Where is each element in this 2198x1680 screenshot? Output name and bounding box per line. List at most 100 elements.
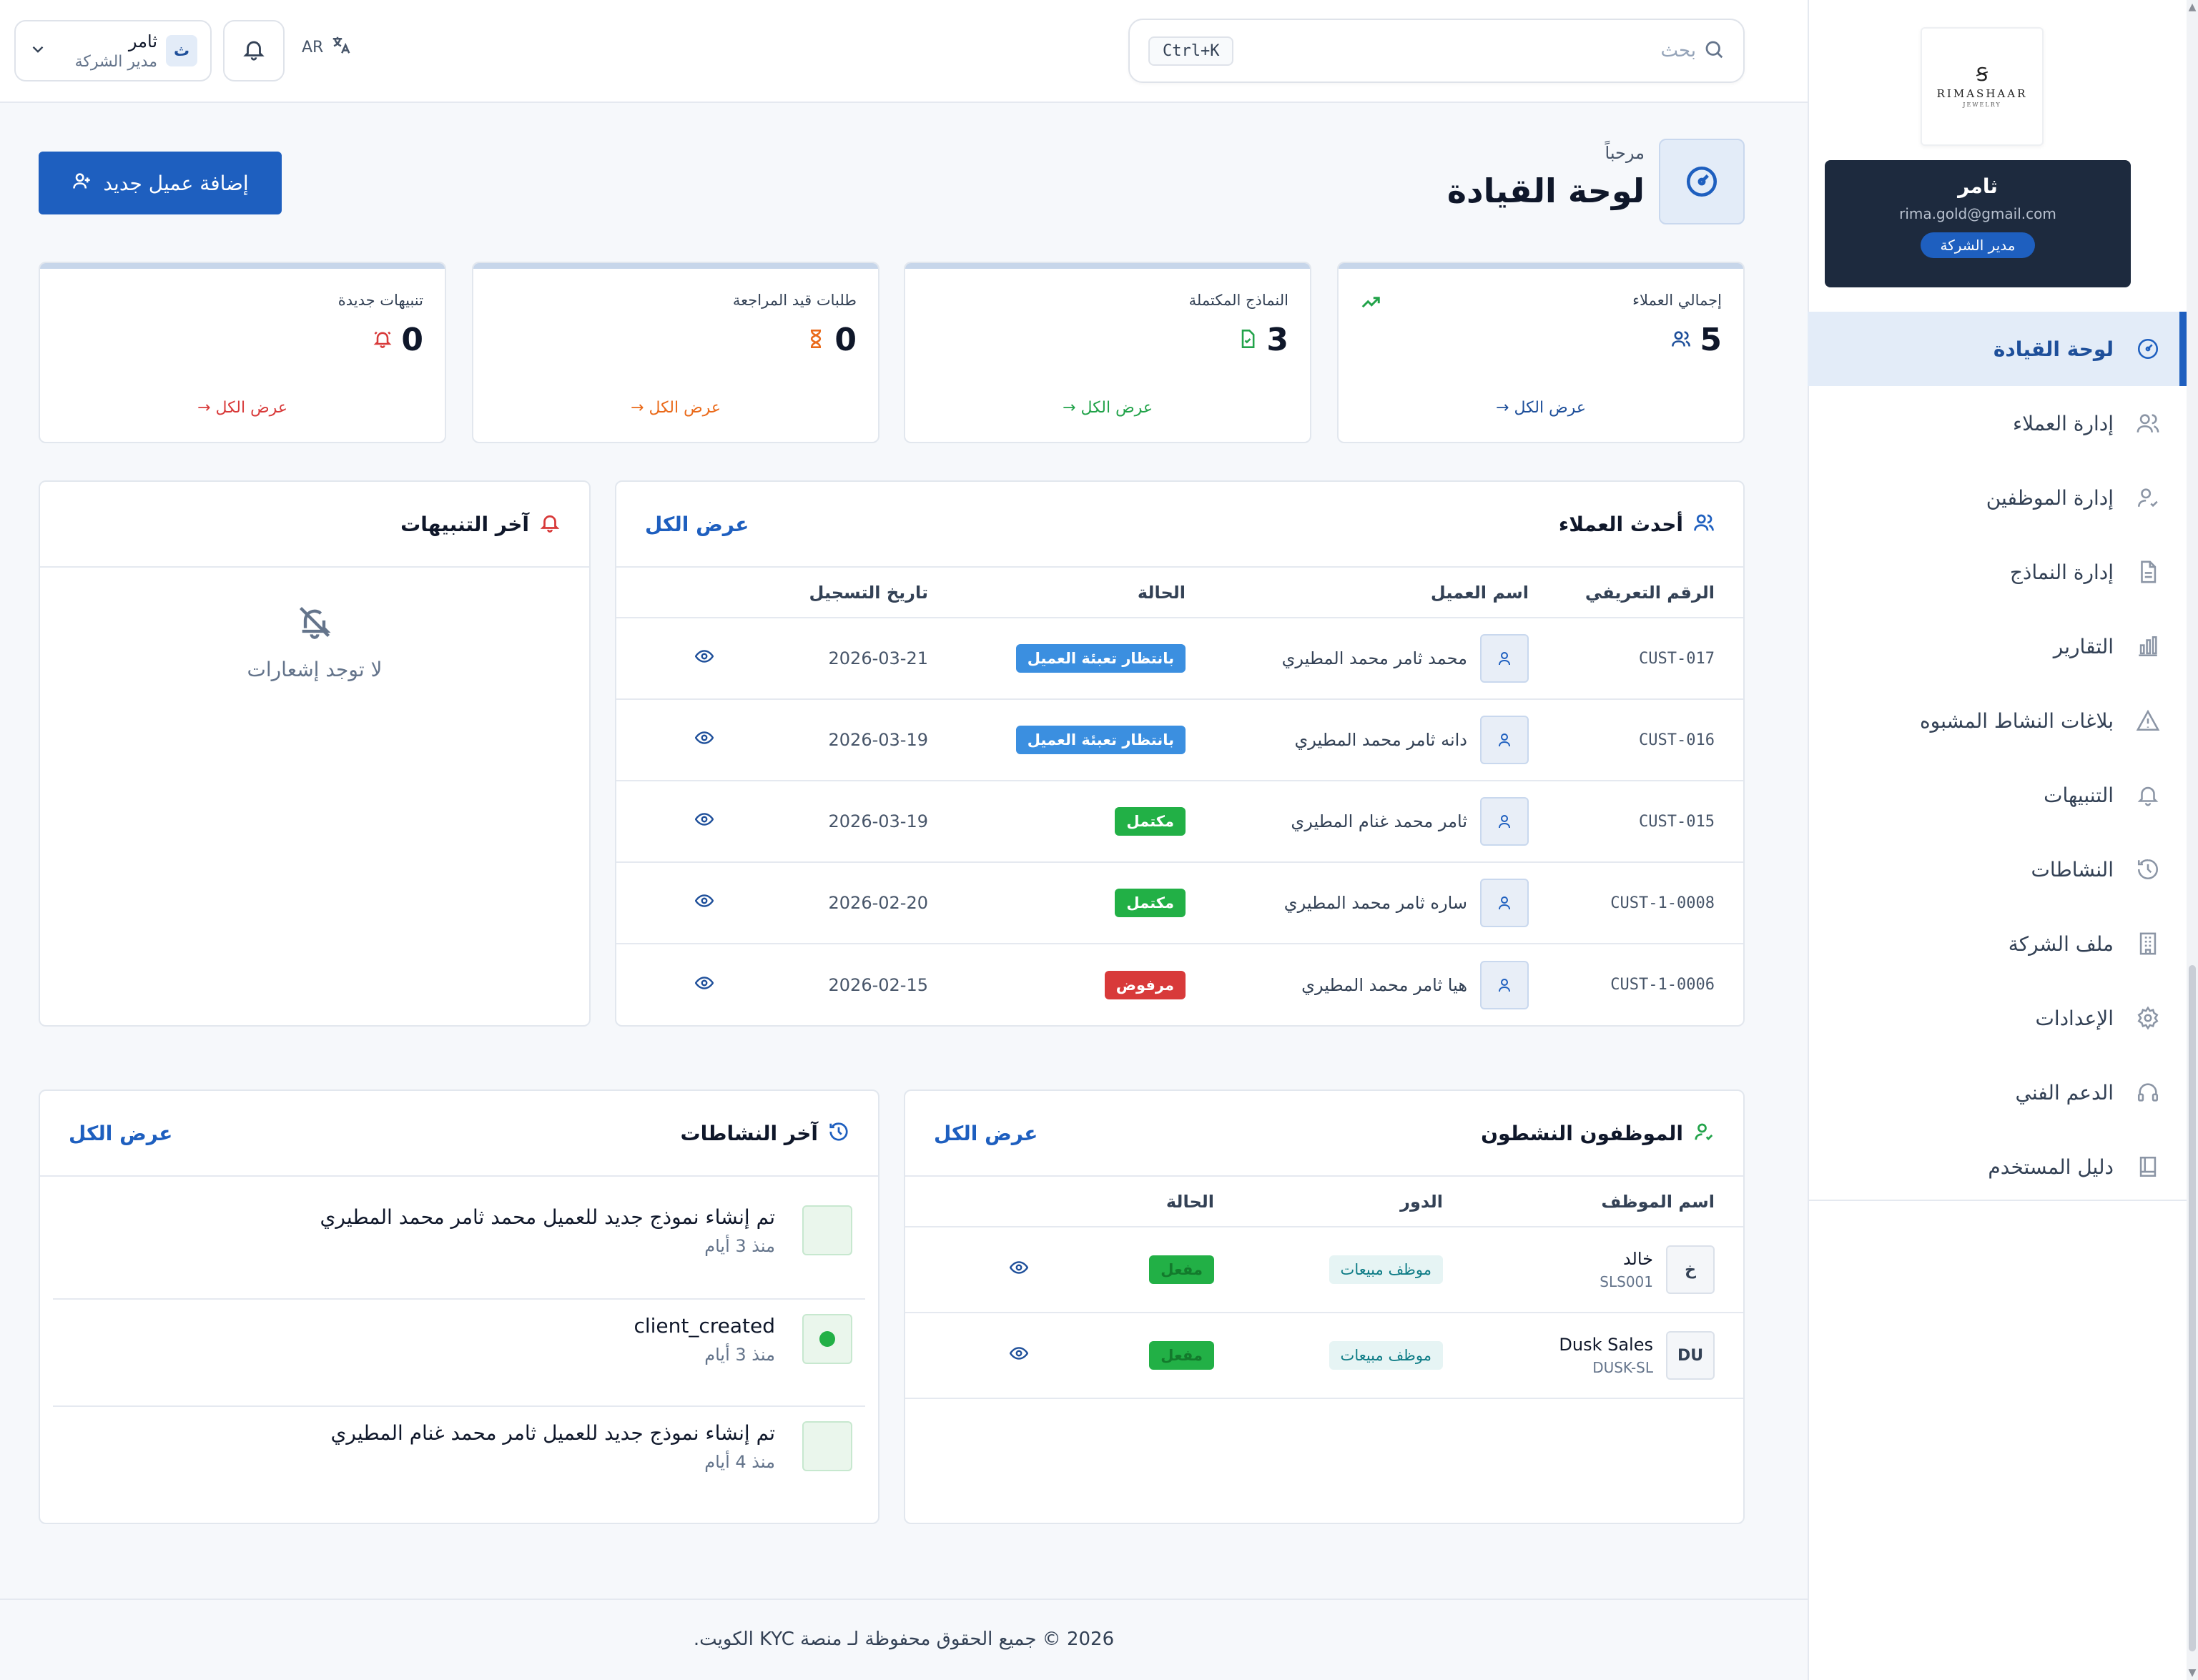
add-client-label: إضافة عميل جديد [103, 171, 249, 195]
bell-icon [539, 512, 561, 536]
employee-name: Dusk Sales [1559, 1335, 1653, 1355]
status-badge: مكتمل [1115, 889, 1186, 917]
user-menu-button[interactable]: ث ثامر مدير الشركة [14, 20, 212, 81]
company-logo: Ꞩ RIMASHAAR JEWELRY [1921, 27, 2044, 146]
eye-icon[interactable] [694, 650, 714, 670]
table-row: خ خالد SLS001 موظف مبيعات مفعل [905, 1227, 1743, 1313]
activity-icon [802, 1205, 852, 1255]
sidebar-item-label: الإعدادات [2035, 1006, 2114, 1030]
active-employees-panel: الموظفون النشطون عرض الكل اسم الموظف الد… [904, 1089, 1745, 1524]
history-icon [2135, 856, 2161, 882]
users-icon [2135, 410, 2161, 436]
avatar: DU [1666, 1331, 1715, 1380]
sidebar-item-label: دليل المستخدم [1988, 1155, 2114, 1179]
dashboard-icon [2135, 336, 2161, 362]
eye-icon[interactable] [694, 731, 714, 751]
scrollbar-thumb[interactable] [2189, 965, 2196, 1651]
sidebar-item-support[interactable]: الدعم الفني [1808, 1055, 2187, 1130]
client-id: CUST-016 [1529, 699, 1743, 781]
file-check-icon [1238, 329, 1258, 352]
sidebar-item-label: لوحة القيادة [1993, 337, 2114, 361]
column-header: تاريخ التسجيل [714, 568, 928, 618]
registration-date: 2026-02-20 [714, 862, 928, 944]
notifications-empty-state: لا توجد إشعارات [40, 603, 589, 681]
footer-divider [0, 1599, 1808, 1600]
sidebar-item-forms[interactable]: إدارة النماذج [1808, 535, 2187, 609]
sidebar-item-label: إدارة الموظفين [1986, 485, 2114, 510]
user-icon [1480, 879, 1529, 927]
panel-title: أحدث العملاء [1558, 512, 1683, 536]
stat-view-all-link[interactable]: عرض الكل → [473, 399, 878, 417]
table-row: CUST-017 محمد ثامر محمد المطيري بانتظار … [616, 618, 1743, 700]
sidebar-item-label: التنبيهات [2044, 783, 2114, 807]
stat-label: إجمالي العملاء [1632, 292, 1722, 309]
users-icon [1671, 329, 1691, 352]
scroll-up-icon[interactable]: ▲ [2188, 1, 2197, 13]
language-switcher[interactable]: AR [302, 34, 352, 60]
status-badge: مفعل [1149, 1341, 1214, 1370]
status-badge: مرفوض [1104, 970, 1186, 999]
user-plus-icon [72, 171, 92, 196]
stat-view-all-link[interactable]: عرض الكل → [1339, 399, 1743, 417]
search-box[interactable]: Ctrl+K [1128, 19, 1745, 83]
sidebar-item-label: الدعم الفني [2015, 1080, 2114, 1105]
avatar: ث [166, 35, 197, 66]
stat-view-all-link[interactable]: عرض الكل → [905, 399, 1310, 417]
sidebar-item-employees[interactable]: إدارة الموظفين [1808, 460, 2187, 535]
client-id: CUST-1-0008 [1529, 862, 1743, 944]
translate-icon [330, 34, 352, 60]
activity-time: منذ 3 أيام [704, 1345, 775, 1365]
stat-value: 3 [1266, 322, 1288, 358]
sidebar-item-company-profile[interactable]: ملف الشركة [1808, 906, 2187, 981]
column-header: الحالة [928, 568, 1186, 618]
sidebar-item-reports[interactable]: التقارير [1808, 609, 2187, 683]
user-icon [1480, 797, 1529, 846]
column-header-actions [616, 568, 714, 618]
stat-view-all-link[interactable]: عرض الكل → [40, 399, 445, 417]
eye-icon[interactable] [1009, 1347, 1029, 1367]
search-shortcut-hint: Ctrl+K [1148, 36, 1234, 66]
sidebar-item-clients[interactable]: إدارة العملاء [1808, 386, 2187, 460]
clients-view-all-link[interactable]: عرض الكل [645, 513, 749, 536]
sidebar-divider [1808, 1200, 2187, 1201]
stat-card-new-alerts: تنبيهات جديدة 0 عرض الكل → [39, 262, 446, 443]
activity-icon [802, 1314, 852, 1364]
table-row: DU Dusk Sales DUSK-SL موظف مبيعات مفعل [905, 1313, 1743, 1399]
scroll-down-icon[interactable]: ▼ [2188, 1667, 2197, 1679]
page-title: لوحة القيادة [1447, 172, 1645, 210]
stat-card-pending-requests: طلبات قيد المراجعة 0 عرض الكل → [472, 262, 879, 443]
status-dot-icon [819, 1331, 835, 1347]
sidebar-item-activities[interactable]: النشاطات [1808, 832, 2187, 906]
eye-icon[interactable] [694, 976, 714, 997]
sidebar-user-card: ثامر rima.gold@gmail.com مدير الشركة [1825, 160, 2131, 287]
stat-label: تنبيهات جديدة [337, 292, 423, 309]
eye-icon[interactable] [1009, 1261, 1029, 1281]
notifications-button[interactable] [223, 20, 285, 81]
sidebar-item-dashboard[interactable]: لوحة القيادة [1808, 312, 2187, 386]
table-row: CUST-015 ثامر محمد غنام المطيري مكتمل 20… [616, 781, 1743, 863]
hourglass-icon [806, 329, 826, 352]
employees-view-all-link[interactable]: عرض الكل [934, 1122, 1038, 1145]
sidebar-item-alerts[interactable]: التنبيهات [1808, 758, 2187, 832]
trending-up-icon [1360, 292, 1381, 316]
footer-copyright: 2026 © جميع الحقوق محفوظة لـ منصة KYC ال… [693, 1629, 1115, 1650]
page-scrollbar[interactable]: ▲ ▼ [2187, 0, 2198, 1680]
sidebar-item-settings[interactable]: الإعدادات [1808, 981, 2187, 1055]
client-name: دانه ثامر محمد المطيري [1294, 730, 1467, 750]
sidebar-item-user-guide[interactable]: دليل المستخدم [1808, 1130, 2187, 1204]
sidebar-item-suspicious-activity[interactable]: بلاغات النشاط المشبوه [1808, 683, 2187, 758]
stat-card-completed-forms: النماذج المكتملة 3 عرض الكل → [904, 262, 1311, 443]
status-badge: بانتظار تعبئة العميل [1015, 644, 1186, 673]
eye-icon[interactable] [694, 813, 714, 833]
eye-icon[interactable] [694, 894, 714, 914]
search-input[interactable] [1296, 40, 1696, 61]
sidebar-user-email: rima.gold@gmail.com [1899, 205, 2056, 222]
add-client-button[interactable]: إضافة عميل جديد [39, 152, 282, 214]
avatar: خ [1666, 1245, 1715, 1294]
activities-view-all-link[interactable]: عرض الكل [69, 1122, 172, 1145]
book-icon [2135, 1154, 2161, 1180]
search-icon [1703, 39, 1725, 63]
sidebar-item-label: بلاغات النشاط المشبوه [1919, 708, 2114, 733]
stat-value: 0 [834, 322, 857, 358]
employees-table: اسم الموظف الدور الحالة خ خالد SLS001 موظ… [905, 1177, 1743, 1399]
